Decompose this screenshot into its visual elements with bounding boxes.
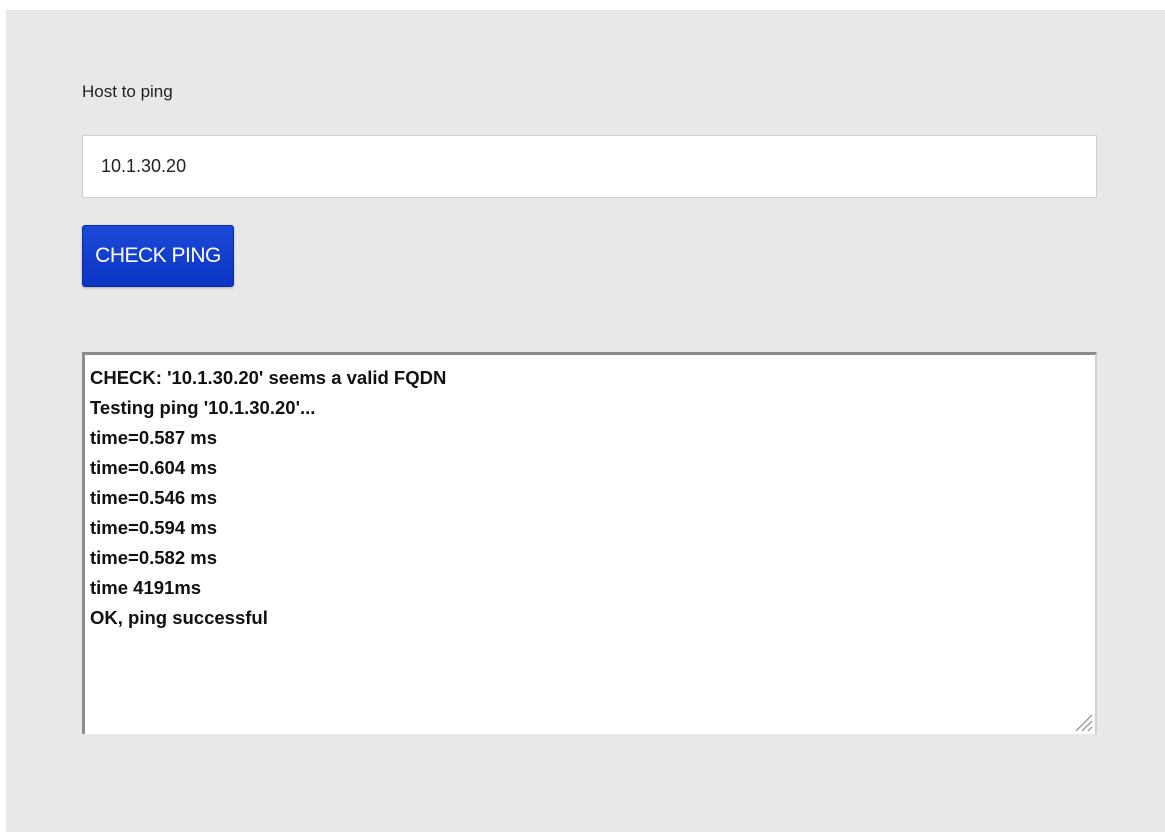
ping-panel: Host to ping CHECK PING CHECK: '10.1.30.… [6, 10, 1165, 832]
resize-grip-icon[interactable] [1071, 710, 1093, 732]
output-line: CHECK: '10.1.30.20' seems a valid FQDN [90, 367, 447, 388]
output-line: time=0.594 ms [90, 517, 218, 538]
output-line: time=0.582 ms [90, 547, 218, 568]
ping-output-textarea[interactable]: CHECK: '10.1.30.20' seems a valid FQDN T… [82, 352, 1097, 734]
output-line: Testing ping '10.1.30.20'... [90, 397, 316, 418]
host-input[interactable] [82, 135, 1097, 198]
output-line: time=0.587 ms [90, 427, 218, 448]
output-line: time=0.604 ms [90, 457, 218, 478]
output-line: time 4191ms [90, 577, 202, 598]
output-line: time=0.546 ms [90, 487, 218, 508]
output-line: OK, ping successful [90, 607, 268, 628]
check-ping-button[interactable]: CHECK PING [82, 225, 234, 287]
host-label: Host to ping [82, 82, 173, 101]
